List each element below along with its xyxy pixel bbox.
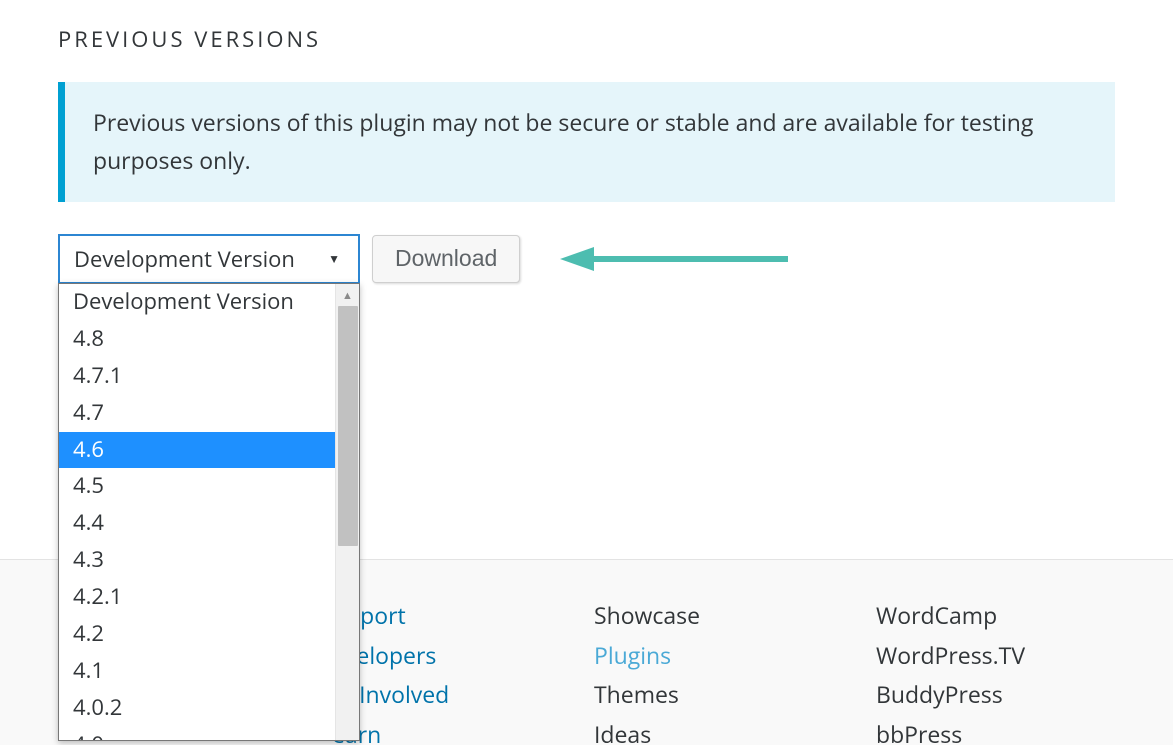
- download-button[interactable]: Download: [372, 235, 520, 283]
- version-select-value: Development Version: [74, 244, 295, 274]
- version-option[interactable]: 4.3: [59, 542, 335, 579]
- version-controls-row: Development Version ▼ Download: [58, 234, 1115, 284]
- version-option[interactable]: 4.1: [59, 653, 335, 690]
- version-option[interactable]: 4.4: [59, 505, 335, 542]
- footer-link[interactable]: bbPress: [876, 715, 1136, 745]
- version-select[interactable]: Development Version ▼: [58, 234, 360, 284]
- footer-link[interactable]: Showcase: [594, 596, 876, 636]
- version-select-listbox[interactable]: Development Version4.84.7.14.74.64.54.44…: [58, 283, 360, 741]
- version-option[interactable]: 4.6: [59, 432, 335, 469]
- footer-link[interactable]: Ideas: [594, 715, 876, 745]
- chevron-down-icon: ▼: [328, 250, 344, 267]
- footer-link[interactable]: WordPress.TV: [876, 636, 1136, 676]
- footer-link[interactable]: WordCamp: [876, 596, 1136, 636]
- notice-text: Previous versions of this plugin may not…: [93, 106, 1033, 176]
- previous-versions-notice: Previous versions of this plugin may not…: [58, 82, 1115, 202]
- version-option[interactable]: 4.0.2: [59, 690, 335, 727]
- footer-column: ShowcasePluginsThemesIdeas: [594, 596, 876, 745]
- section-heading: PREVIOUS VERSIONS: [58, 24, 1115, 54]
- version-option[interactable]: 4.5: [59, 468, 335, 505]
- footer-column: WordCampWordPress.TVBuddyPressbbPress: [876, 596, 1136, 745]
- scroll-up-icon[interactable]: ▲: [336, 284, 359, 306]
- listbox-scrollbar[interactable]: ▲: [335, 284, 359, 740]
- download-button-label: Download: [395, 245, 497, 272]
- footer-link[interactable]: et Involved: [332, 675, 594, 715]
- version-option[interactable]: Development Version: [59, 284, 335, 321]
- footer-link[interactable]: BuddyPress: [876, 675, 1136, 715]
- version-option[interactable]: 4.8: [59, 321, 335, 358]
- version-option[interactable]: 4.7.1: [59, 358, 335, 395]
- version-option[interactable]: 4.7: [59, 395, 335, 432]
- footer-link[interactable]: upport: [332, 596, 594, 636]
- version-option[interactable]: 4.2.1: [59, 579, 335, 616]
- footer-link[interactable]: earn: [332, 715, 594, 745]
- footer-column: upporteveloperset Involvedearn: [332, 596, 594, 745]
- version-option[interactable]: 4.0: [59, 727, 335, 740]
- arrow-annotation-icon: [560, 244, 790, 274]
- footer-link[interactable]: evelopers: [332, 636, 594, 676]
- footer-link[interactable]: Plugins: [594, 636, 876, 676]
- footer-link[interactable]: Themes: [594, 675, 876, 715]
- scroll-thumb[interactable]: [338, 306, 358, 546]
- version-option[interactable]: 4.2: [59, 616, 335, 653]
